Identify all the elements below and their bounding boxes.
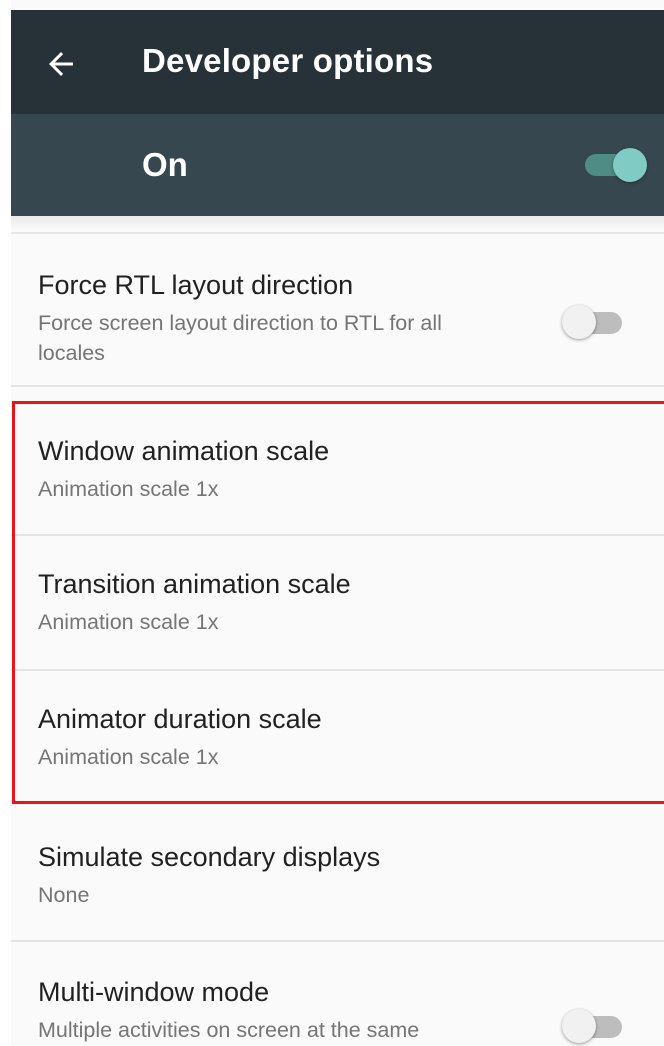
switch-thumb bbox=[613, 148, 647, 182]
setting-simulate-secondary-displays[interactable]: Simulate secondary displays None bbox=[11, 808, 664, 940]
setting-summary: Force screen layout direction to RTL for… bbox=[38, 311, 442, 335]
setting-transition-animation-scale[interactable]: Transition animation scale Animation sca… bbox=[11, 536, 664, 669]
setting-title: Simulate secondary displays bbox=[38, 842, 381, 872]
setting-summary: None bbox=[38, 883, 90, 907]
switch-thumb bbox=[562, 305, 596, 339]
setting-summary: Animation scale 1x bbox=[38, 477, 219, 501]
setting-summary: Animation scale 1x bbox=[38, 745, 219, 769]
setting-title: Multi-window mode bbox=[38, 977, 270, 1007]
setting-title: Window animation scale bbox=[38, 436, 330, 466]
setting-summary: Animation scale 1x bbox=[38, 610, 219, 634]
master-switch-label: On bbox=[142, 146, 188, 183]
setting-summary: Multiple activities on screen at the sam… bbox=[38, 1018, 420, 1042]
setting-multi-window-mode[interactable]: Multi-window mode Multiple activities on… bbox=[11, 942, 664, 1046]
master-toggle-switch[interactable] bbox=[581, 144, 651, 184]
multi-window-toggle-switch[interactable] bbox=[562, 1006, 626, 1046]
setting-title: Animator duration scale bbox=[38, 704, 322, 734]
developer-options-screen: Developer options On Force RTL layout di… bbox=[0, 0, 664, 1046]
arrow-back-icon[interactable] bbox=[43, 46, 79, 82]
app-bar: Developer options bbox=[11, 10, 664, 114]
divider bbox=[11, 385, 664, 387]
setting-window-animation-scale[interactable]: Window animation scale Animation scale 1… bbox=[11, 403, 664, 534]
master-switch-bar[interactable]: On bbox=[11, 114, 664, 216]
setting-title: Force RTL layout direction bbox=[38, 270, 354, 300]
setting-force-rtl[interactable]: Force RTL layout direction Force screen … bbox=[11, 234, 664, 384]
switch-thumb bbox=[562, 1009, 596, 1043]
bar-shadow bbox=[11, 216, 664, 230]
force-rtl-toggle-switch[interactable] bbox=[562, 302, 626, 342]
setting-animator-duration-scale[interactable]: Animator duration scale Animation scale … bbox=[11, 671, 664, 801]
setting-title: Transition animation scale bbox=[38, 569, 351, 599]
left-margin bbox=[0, 0, 11, 1046]
page-title: Developer options bbox=[142, 42, 434, 79]
setting-summary: locales bbox=[38, 341, 105, 365]
